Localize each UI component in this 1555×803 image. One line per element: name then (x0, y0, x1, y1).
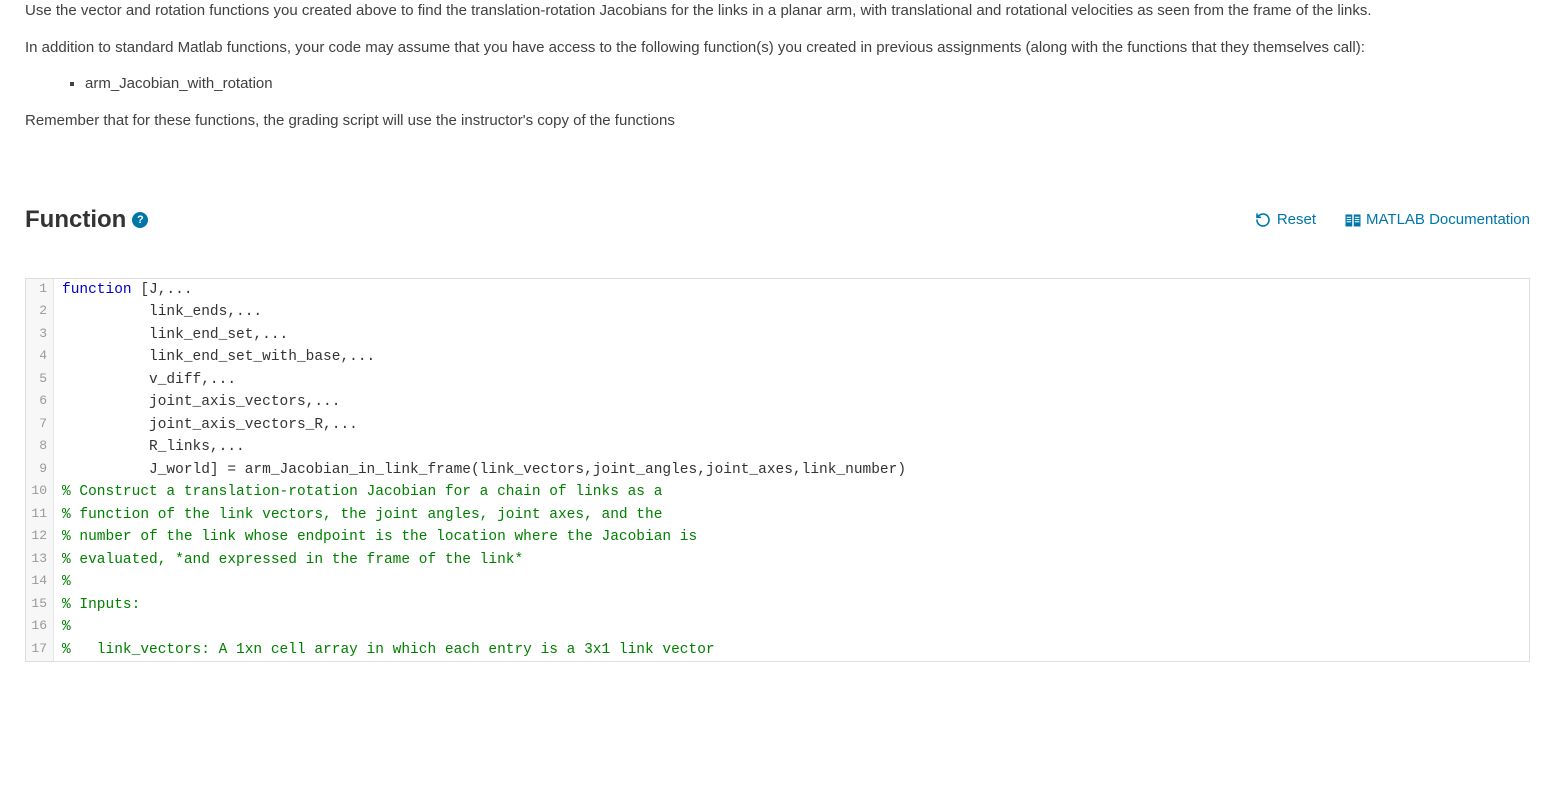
code-line[interactable]: 11% function of the link vectors, the jo… (26, 504, 1529, 526)
code-line[interactable]: 2 link_ends,... (26, 301, 1529, 323)
instruction-paragraph-2: In addition to standard Matlab functions… (25, 37, 1530, 60)
line-content[interactable]: link_ends,... (54, 301, 262, 323)
code-line[interactable]: 12% number of the link whose endpoint is… (26, 526, 1529, 548)
line-number: 2 (26, 301, 54, 323)
line-content[interactable]: % link_vectors: A 1xn cell array in whic… (54, 639, 715, 661)
line-number: 11 (26, 504, 54, 526)
reset-label: Reset (1277, 209, 1316, 232)
instruction-bullet-list: arm_Jacobian_with_rotation (85, 73, 1530, 96)
matlab-documentation-link[interactable]: MATLAB Documentation (1344, 209, 1530, 232)
line-number: 3 (26, 324, 54, 346)
code-line[interactable]: 15% Inputs: (26, 594, 1529, 616)
line-content[interactable]: % number of the link whose endpoint is t… (54, 526, 697, 548)
code-line[interactable]: 13% evaluated, *and expressed in the fra… (26, 549, 1529, 571)
matlab-documentation-label: MATLAB Documentation (1366, 209, 1530, 232)
code-line[interactable]: 5 v_diff,... (26, 369, 1529, 391)
line-number: 16 (26, 616, 54, 638)
code-line[interactable]: 8 R_links,... (26, 436, 1529, 458)
line-number: 6 (26, 391, 54, 413)
line-number: 17 (26, 639, 54, 661)
line-content[interactable]: R_links,... (54, 436, 245, 458)
reset-button[interactable]: Reset (1255, 209, 1316, 232)
reset-icon (1255, 212, 1271, 228)
line-content[interactable]: link_end_set,... (54, 324, 288, 346)
line-number: 4 (26, 346, 54, 368)
line-content[interactable]: joint_axis_vectors_R,... (54, 414, 358, 436)
help-icon[interactable]: ? (132, 212, 148, 228)
line-number: 15 (26, 594, 54, 616)
function-section-header: Function ? Reset (25, 202, 1530, 238)
line-number: 7 (26, 414, 54, 436)
code-line[interactable]: 3 link_end_set,... (26, 324, 1529, 346)
line-content[interactable]: function [J,... (54, 279, 193, 301)
line-content[interactable]: % Construct a translation-rotation Jacob… (54, 481, 662, 503)
code-line[interactable]: 16% (26, 616, 1529, 638)
line-number: 13 (26, 549, 54, 571)
line-number: 14 (26, 571, 54, 593)
line-content[interactable]: % (54, 616, 71, 638)
code-line[interactable]: 7 joint_axis_vectors_R,... (26, 414, 1529, 436)
line-number: 12 (26, 526, 54, 548)
code-line[interactable]: 9 J_world] = arm_Jacobian_in_link_frame(… (26, 459, 1529, 481)
code-editor[interactable]: 1function [J,...2 link_ends,...3 link_en… (25, 278, 1530, 662)
section-title-wrap: Function ? (25, 202, 148, 238)
instruction-paragraph-3: Remember that for these functions, the g… (25, 110, 1530, 133)
line-content[interactable]: % Inputs: (54, 594, 140, 616)
line-content[interactable]: % function of the link vectors, the join… (54, 504, 662, 526)
code-line[interactable]: 4 link_end_set_with_base,... (26, 346, 1529, 368)
instruction-paragraph-1: Use the vector and rotation functions yo… (25, 0, 1530, 23)
code-line[interactable]: 1function [J,... (26, 279, 1529, 301)
line-content[interactable]: J_world] = arm_Jacobian_in_link_frame(li… (54, 459, 906, 481)
line-number: 1 (26, 279, 54, 301)
code-line[interactable]: 10% Construct a translation-rotation Jac… (26, 481, 1529, 503)
line-content[interactable]: joint_axis_vectors,... (54, 391, 340, 413)
book-icon (1344, 213, 1360, 227)
line-content[interactable]: link_end_set_with_base,... (54, 346, 375, 368)
instruction-bullet-item: arm_Jacobian_with_rotation (85, 73, 1530, 96)
section-title: Function (25, 202, 126, 238)
code-line[interactable]: 6 joint_axis_vectors,... (26, 391, 1529, 413)
line-number: 8 (26, 436, 54, 458)
line-number: 9 (26, 459, 54, 481)
code-line[interactable]: 17% link_vectors: A 1xn cell array in wh… (26, 639, 1529, 661)
line-content[interactable]: % evaluated, *and expressed in the frame… (54, 549, 523, 571)
code-line[interactable]: 14% (26, 571, 1529, 593)
line-content[interactable]: v_diff,... (54, 369, 236, 391)
section-actions: Reset MATLAB Documentation (1255, 209, 1530, 232)
line-content[interactable]: % (54, 571, 71, 593)
instructions-block: Use the vector and rotation functions yo… (25, 0, 1530, 132)
line-number: 5 (26, 369, 54, 391)
line-number: 10 (26, 481, 54, 503)
